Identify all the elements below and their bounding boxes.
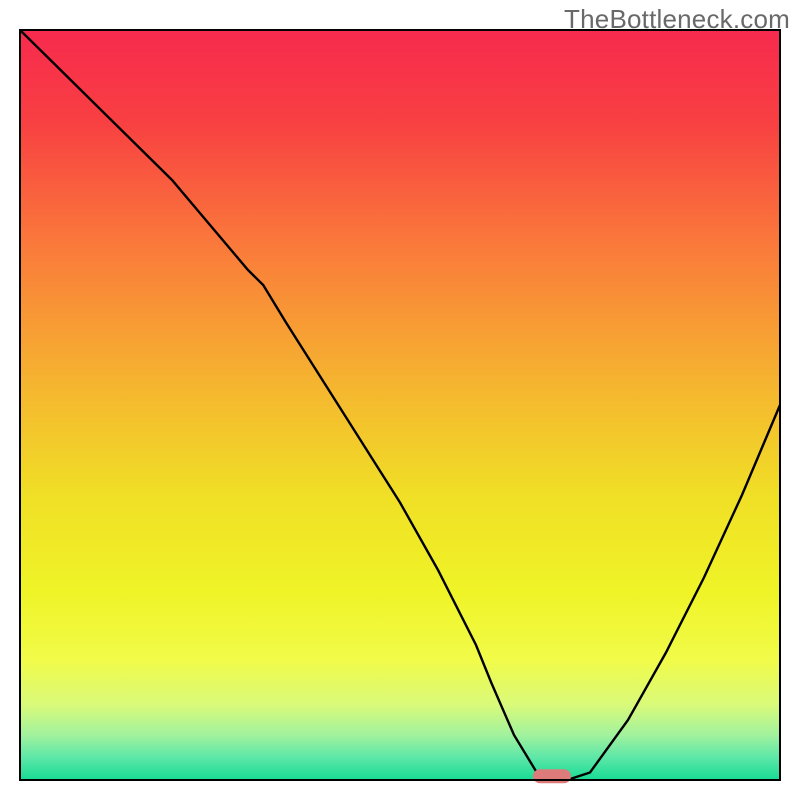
optimal-marker <box>533 769 571 783</box>
watermark-text: TheBottleneck.com <box>564 4 790 35</box>
chart-svg <box>0 0 800 800</box>
chart-frame: TheBottleneck.com <box>0 0 800 800</box>
